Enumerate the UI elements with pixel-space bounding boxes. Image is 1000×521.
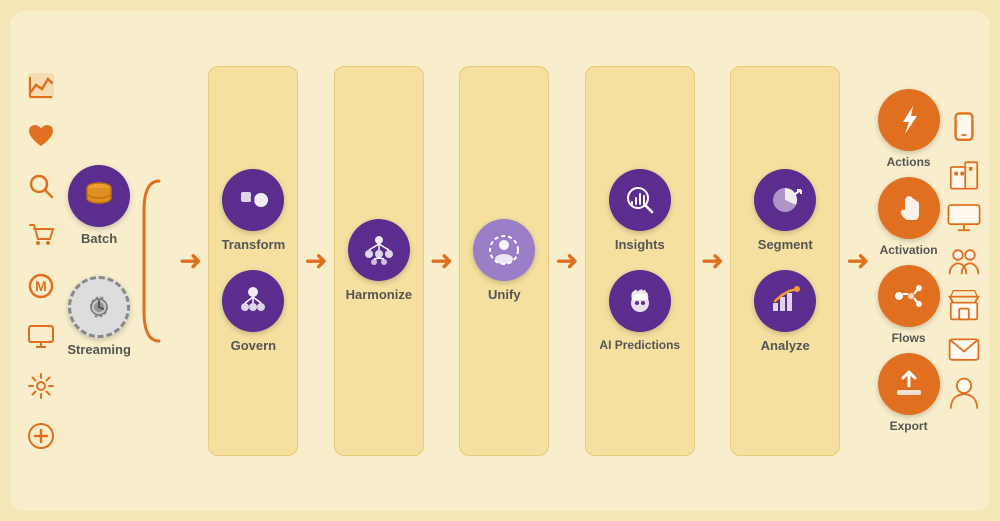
segment-label: Segment	[758, 237, 813, 252]
unify-node: Unify	[473, 219, 535, 302]
search-icon[interactable]	[22, 167, 60, 205]
arrow-3: ➜	[430, 244, 453, 277]
ai-predictions-label: AI Predictions	[599, 338, 680, 352]
buildings-right-icon	[946, 155, 982, 191]
activation-item: Activation	[878, 177, 940, 257]
analyze-node: Analyze	[754, 270, 816, 353]
add-icon[interactable]	[22, 417, 60, 455]
harmonize-label: Harmonize	[346, 287, 412, 302]
people-right-icon	[946, 243, 982, 279]
brace-connector	[139, 161, 169, 361]
chart-icon[interactable]	[22, 67, 60, 105]
insights-icon	[609, 169, 671, 231]
export-item: Export	[878, 353, 940, 433]
export-label: Export	[890, 419, 928, 433]
arrow-2: ➜	[304, 244, 327, 277]
arrow-4: ➜	[555, 244, 578, 277]
ai-predictions-node: AI Predictions	[599, 270, 680, 352]
batch-label: Batch	[81, 231, 117, 246]
arrow-1: ➜	[179, 244, 202, 277]
harmonize-node: Harmonize	[346, 219, 412, 302]
arrow-6: ➜	[846, 244, 869, 277]
svg-text:M: M	[35, 278, 47, 294]
insights-ai-col: Insights AI Predictions	[585, 66, 695, 456]
actions-label: Actions	[887, 155, 931, 169]
actions-item: Actions	[878, 89, 940, 169]
unify-icon	[473, 219, 535, 281]
segment-analyze-col: Segment Analyze	[730, 66, 840, 456]
person-right-icon	[946, 375, 982, 411]
email-right-icon	[946, 331, 982, 367]
insights-node: Insights	[609, 169, 671, 252]
segment-icon	[754, 169, 816, 231]
right-actions-col: Actions Activation	[876, 89, 942, 433]
analyze-icon	[754, 270, 816, 332]
govern-node: Govern	[222, 270, 284, 353]
flows-icon	[878, 265, 940, 327]
streaming-icon	[68, 276, 130, 338]
unify-col: Unify	[459, 66, 549, 456]
heart-icon[interactable]	[22, 117, 60, 155]
insights-label: Insights	[615, 237, 665, 252]
export-icon	[878, 353, 940, 415]
arrow-5: ➜	[701, 244, 724, 277]
activation-icon	[878, 177, 940, 239]
transform-node: Transform	[222, 169, 286, 252]
transform-label: Transform	[222, 237, 286, 252]
harmonize-icon	[348, 219, 410, 281]
main-container: M	[10, 11, 990, 511]
transform-icon	[222, 169, 284, 231]
streaming-source: Streaming	[67, 276, 131, 357]
flows-item: Flows	[878, 265, 940, 345]
left-sidebar: M	[18, 63, 63, 459]
harmonize-col: Harmonize	[334, 66, 424, 456]
screen-right-icon	[946, 199, 982, 235]
sources-group: Batch Streaming	[67, 165, 131, 357]
govern-icon	[222, 270, 284, 332]
flows-label: Flows	[892, 331, 926, 345]
medal-icon[interactable]: M	[22, 267, 60, 305]
mobile-right-icon	[946, 111, 982, 147]
right-icons-col	[945, 111, 982, 411]
transform-govern-col: Transform Govern	[208, 66, 298, 456]
cart-icon[interactable]	[22, 217, 60, 255]
actions-icon	[878, 89, 940, 151]
settings-icon[interactable]	[22, 367, 60, 405]
unify-label: Unify	[488, 287, 521, 302]
ai-predictions-icon	[609, 270, 671, 332]
streaming-label: Streaming	[67, 342, 131, 357]
activation-label: Activation	[880, 243, 938, 257]
segment-node: Segment	[754, 169, 816, 252]
batch-source: Batch	[68, 165, 130, 246]
store-right-icon	[946, 287, 982, 323]
govern-label: Govern	[231, 338, 277, 353]
monitor-icon[interactable]	[22, 317, 60, 355]
analyze-label: Analyze	[761, 338, 810, 353]
batch-icon	[68, 165, 130, 227]
